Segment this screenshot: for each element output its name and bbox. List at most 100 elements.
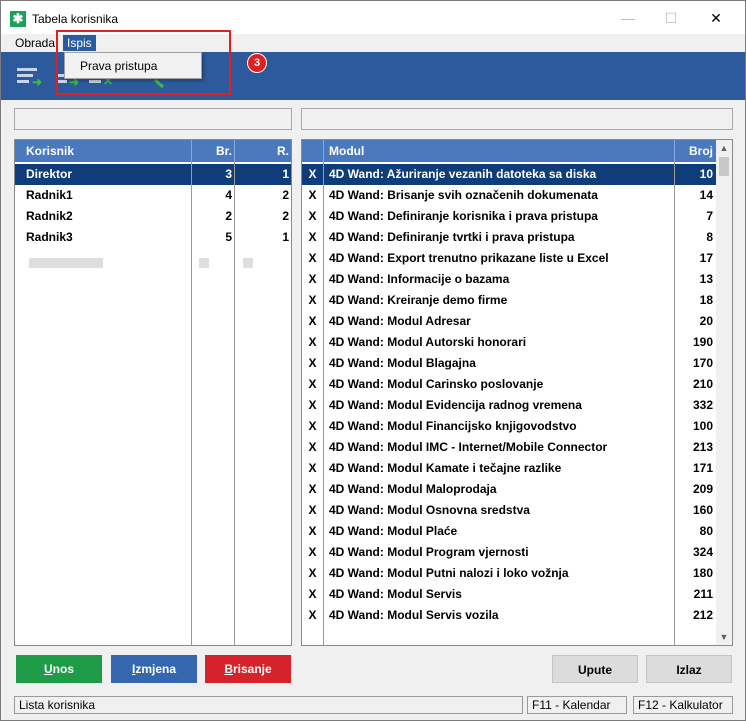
module-access-mark[interactable]: X [302, 395, 323, 416]
table-row[interactable]: X 4D Wand: Ažuriranje vezanih datoteka sa… [302, 164, 718, 185]
upute-button[interactable]: Upute [552, 655, 638, 683]
module-number: 180 [692, 566, 713, 580]
list-add-icon[interactable]: ➜ [17, 66, 43, 88]
column-header-br[interactable]: Br. [192, 140, 232, 162]
table-row[interactable]: X 4D Wand: Modul Plaće 80 [302, 521, 718, 542]
module-number: 210 [692, 377, 713, 391]
module-number: 17 [699, 251, 713, 265]
app-window: ✱ Tabela korisnika — ☐ ✕ Obrada Ispis ➜ … [0, 0, 746, 721]
table-row[interactable]: X 4D Wand: Modul Maloprodaja 209 [302, 479, 718, 500]
module-access-mark[interactable]: X [302, 269, 323, 290]
module-access-mark[interactable]: X [302, 500, 323, 521]
module-access-mark[interactable]: X [302, 584, 323, 605]
module-number: 18 [699, 293, 713, 307]
module-access-mark[interactable]: X [302, 311, 323, 332]
table-row[interactable]: X 4D Wand: Modul Evidencija radnog vremen… [302, 395, 718, 416]
module-name: 4D Wand: Modul Osnovna sredstva [329, 503, 530, 517]
module-number: 20 [699, 314, 713, 328]
column-header-r[interactable]: R. [235, 140, 289, 162]
module-number: 80 [699, 524, 713, 538]
module-access-mark[interactable]: X [302, 374, 323, 395]
scroll-thumb[interactable] [719, 157, 729, 176]
table-row[interactable]: X 4D Wand: Modul Financijsko knjigovodstv… [302, 416, 718, 437]
table-row[interactable]: X 4D Wand: Modul Adresar 20 [302, 311, 718, 332]
modules-table: Modul Broj X 4D Wand: Ažuriranje vezanih … [301, 139, 733, 646]
module-number: 211 [693, 587, 713, 601]
module-name: 4D Wand: Modul Program vjernosti [329, 545, 529, 559]
column-header-broj[interactable]: Broj [675, 140, 713, 162]
minimize-button[interactable]: — [605, 5, 651, 31]
close-button[interactable]: ✕ [693, 5, 739, 31]
status-f12-kalkulator[interactable]: F12 - Kalkulator [633, 696, 733, 714]
menu-obrada[interactable]: Obrada [11, 35, 59, 51]
module-number: 212 [692, 608, 713, 622]
izlaz-button[interactable]: Izlaz [646, 655, 732, 683]
modules-scrollbar[interactable]: ▲ ▼ [716, 140, 732, 645]
maximize-button[interactable]: ☐ [648, 5, 694, 31]
table-row[interactable]: X 4D Wand: Modul Blagajna 170 [302, 353, 718, 374]
scroll-down-icon[interactable]: ▼ [716, 629, 732, 645]
table-row[interactable]: X 4D Wand: Modul Osnovna sredstva 160 [302, 500, 718, 521]
table-row[interactable]: X 4D Wand: Export trenutno prikazane list… [302, 248, 718, 269]
table-row[interactable]: X 4D Wand: Modul Carinsko poslovanje 210 [302, 374, 718, 395]
module-access-mark[interactable]: X [302, 521, 323, 542]
module-access-mark[interactable]: X [302, 290, 323, 311]
module-access-mark[interactable]: X [302, 479, 323, 500]
table-row[interactable]: X 4D Wand: Modul Autorski honorari 190 [302, 332, 718, 353]
module-access-mark[interactable]: X [302, 332, 323, 353]
table-row[interactable]: X 4D Wand: Modul IMC - Internet/Mobile Co… [302, 437, 718, 458]
module-access-mark[interactable]: X [302, 458, 323, 479]
table-row[interactable]: X 4D Wand: Informacije o bazama 13 [302, 269, 718, 290]
table-row[interactable]: Radnik2 2 2 [15, 206, 291, 227]
table-row[interactable]: X 4D Wand: Modul Program vjernosti 324 [302, 542, 718, 563]
table-row[interactable]: X 4D Wand: Kreiranje demo firme 18 [302, 290, 718, 311]
module-access-mark[interactable]: X [302, 605, 323, 626]
module-access-mark[interactable]: X [302, 563, 323, 584]
annotation-highlight-box [56, 30, 231, 95]
module-number: 213 [692, 440, 713, 454]
module-access-mark[interactable]: X [302, 437, 323, 458]
module-access-mark[interactable]: X [302, 185, 323, 206]
module-access-mark[interactable]: X [302, 248, 323, 269]
user-r: 2 [282, 209, 289, 223]
unos-button[interactable]: Unos [16, 655, 102, 683]
status-f11-kalendar[interactable]: F11 - Kalendar [527, 696, 627, 714]
table-row[interactable]: Radnik3 5 1 [15, 227, 291, 248]
module-number: 190 [692, 335, 713, 349]
izmjena-button[interactable]: Izmjena [111, 655, 197, 683]
module-access-mark[interactable]: X [302, 416, 323, 437]
modules-filter-field[interactable] [301, 108, 733, 130]
module-access-mark[interactable]: X [302, 353, 323, 374]
module-access-mark[interactable]: X [302, 227, 323, 248]
column-header-modul[interactable]: Modul [329, 140, 364, 162]
table-row[interactable]: Direktor 3 1 [15, 164, 291, 185]
module-number: 324 [692, 545, 713, 559]
modules-table-header: Modul Broj [302, 140, 718, 162]
module-access-mark[interactable]: X [302, 542, 323, 563]
module-name: 4D Wand: Modul Plaće [329, 524, 458, 538]
table-row[interactable]: X 4D Wand: Brisanje svih označenih dokume… [302, 185, 718, 206]
module-access-mark[interactable]: X [302, 164, 323, 185]
table-row[interactable]: X 4D Wand: Definiranje tvrtki i prava pri… [302, 227, 718, 248]
table-row[interactable]: X 4D Wand: Definiranje korisnika i prava … [302, 206, 718, 227]
module-number: 13 [699, 272, 713, 286]
status-text: Lista korisnika [14, 696, 523, 714]
blurred-row [29, 258, 103, 268]
brisanje-button[interactable]: Brisanje [205, 655, 291, 683]
column-header-korisnik[interactable]: Korisnik [26, 140, 74, 162]
user-br: 3 [225, 167, 232, 181]
users-filter-field[interactable] [14, 108, 292, 130]
scroll-up-icon[interactable]: ▲ [716, 140, 732, 156]
module-number: 171 [692, 461, 713, 475]
table-row[interactable]: X 4D Wand: Modul Servis 211 [302, 584, 718, 605]
module-name: 4D Wand: Kreiranje demo firme [329, 293, 508, 307]
module-name: 4D Wand: Modul Adresar [329, 314, 471, 328]
table-row[interactable]: X 4D Wand: Modul Kamate i tečajne razlike… [302, 458, 718, 479]
module-access-mark[interactable]: X [302, 206, 323, 227]
table-row[interactable]: X 4D Wand: Modul Servis vozila 212 [302, 605, 718, 626]
module-number: 332 [692, 398, 713, 412]
table-row[interactable]: Radnik1 4 2 [15, 185, 291, 206]
module-name: 4D Wand: Modul Autorski honorari [329, 335, 527, 349]
table-row[interactable]: X 4D Wand: Modul Putni nalozi i loko vožn… [302, 563, 718, 584]
module-name: 4D Wand: Modul Servis vozila [329, 608, 499, 622]
